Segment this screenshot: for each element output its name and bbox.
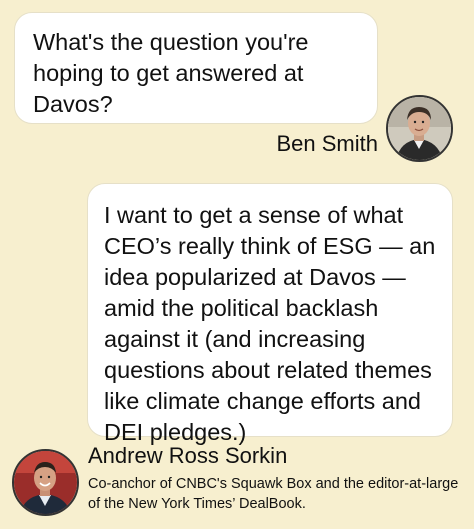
ben-smith-avatar <box>386 95 453 162</box>
andrew-ross-sorkin-avatar <box>12 449 79 516</box>
answer-speaker-name: Andrew Ross Sorkin <box>88 443 288 468</box>
answer-text: I want to get a sense of what CEO’s real… <box>104 202 436 445</box>
answer-bubble: I want to get a sense of what CEO’s real… <box>87 183 453 445</box>
ben-smith-portrait-icon <box>388 97 451 160</box>
answer-speaker-title: Co-anchor of CNBC's Squawk Box and the e… <box>88 476 459 512</box>
andrew-ross-sorkin-portrait-icon <box>14 451 77 514</box>
question-text: What's the question you're hoping to get… <box>33 29 309 117</box>
question-speaker-name: Ben Smith <box>276 131 379 156</box>
question-bubble: What's the question you're hoping to get… <box>14 12 378 124</box>
